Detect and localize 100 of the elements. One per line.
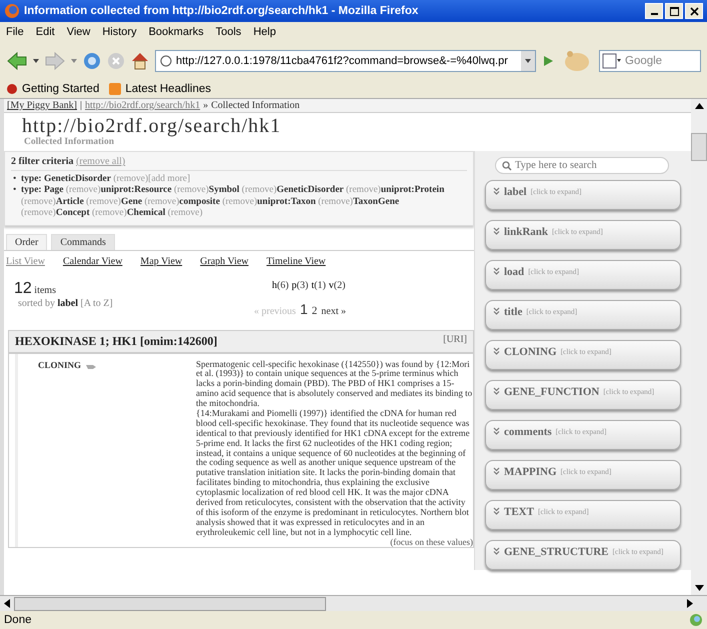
horizontal-scrollbar[interactable] (0, 595, 707, 611)
breadcrumb-link[interactable]: [My Piggy Bank] (7, 100, 77, 111)
dropdown-caret-icon[interactable] (521, 51, 535, 71)
next-link[interactable]: next » (321, 306, 346, 317)
remove-all-link[interactable]: (remove all) (76, 156, 126, 167)
remove-link[interactable]: (remove) (174, 185, 209, 196)
facet-name: CLONING (504, 347, 557, 358)
menu-item[interactable]: Tools (216, 26, 242, 38)
page-icon (160, 55, 172, 67)
remove-link[interactable]: (remove) (346, 185, 381, 196)
letter-link[interactable]: p(3) (292, 280, 308, 291)
result-title: HEXOKINASE 1; HK1 [omim:142600] (15, 334, 218, 349)
bookmark-link[interactable]: Latest Headlines (109, 83, 212, 95)
filter-value: Page (44, 185, 64, 196)
filter-value: Symbol (208, 185, 240, 196)
facet-name: load (504, 267, 524, 278)
sort-order-link[interactable]: [A to Z] (80, 298, 113, 309)
status-globe-icon (689, 613, 703, 627)
remove-link[interactable]: (remove) (21, 196, 56, 207)
facet-name: comments (504, 427, 552, 438)
minimize-button[interactable] (645, 3, 663, 19)
item-count: 12 (14, 280, 32, 297)
scroll-right-icon[interactable] (687, 599, 693, 608)
letter-link[interactable]: h(6) (272, 280, 289, 291)
reload-icon[interactable] (82, 51, 102, 71)
facet-name: GENE_STRUCTURE (504, 547, 609, 558)
filter-value: Chemical (126, 208, 166, 218)
remove-link[interactable]: (remove) (222, 196, 258, 207)
rss-feed-icon (109, 83, 122, 95)
add-more-link[interactable]: [add more] (148, 174, 190, 184)
expand-chevron-icon (493, 387, 500, 395)
home-icon[interactable] (130, 51, 150, 71)
view-link[interactable]: Map View (140, 256, 182, 267)
page-link[interactable]: 2 (312, 304, 318, 317)
menu-item[interactable]: File (6, 26, 24, 38)
address-field[interactable]: http://127.0.0.1:1978/11cba4761f2?command=browse&-=%40lwq.pr (155, 50, 536, 72)
facet-name: GENE_FUNCTION (504, 387, 600, 398)
view-link[interactable]: Timeline View (266, 256, 326, 267)
facet-name: title (504, 307, 522, 318)
filter-value: Article (56, 196, 84, 207)
sort-key-link[interactable]: label (57, 298, 78, 309)
filter-value: GeneticDisorder (44, 174, 111, 184)
tab[interactable]: Commands (51, 234, 115, 250)
scrollbar-thumb[interactable] (691, 133, 707, 161)
expand-chevron-icon (493, 307, 500, 315)
breadcrumb-arrow: » (203, 100, 208, 111)
filter-heading: 2 filter criteria (11, 156, 74, 167)
remove-link[interactable]: (remove) (144, 196, 180, 207)
filter-label: type: (21, 174, 42, 184)
remove-link[interactable]: (remove) (113, 174, 148, 184)
dropdown-caret-icon[interactable] (33, 59, 39, 63)
expand-chevron-icon (493, 507, 500, 515)
bookmark-icon (6, 83, 18, 95)
filter-value: uniprot:Taxon (257, 196, 316, 207)
remove-link[interactable]: (remove) (86, 196, 121, 207)
scroll-down-icon[interactable] (694, 585, 704, 591)
uri-link[interactable]: [URI] (443, 334, 467, 349)
filter-label: type: (21, 185, 42, 196)
menu-item[interactable]: View (66, 26, 90, 38)
menu-item[interactable]: Bookmarks (148, 26, 204, 38)
letter-link[interactable]: t(1) (311, 280, 326, 291)
menu-item[interactable]: Edit (36, 26, 55, 38)
vertical-scrollbar[interactable] (691, 99, 707, 595)
page-link[interactable]: 1 (300, 300, 308, 317)
view-link[interactable]: List View (6, 256, 45, 267)
scrollbar-thumb[interactable] (14, 596, 326, 610)
filter-value: uniprot:Resource (100, 185, 172, 196)
filter-value: TaxonGene (352, 196, 400, 207)
facet-search-field[interactable]: Type here to search (495, 157, 669, 174)
view-link[interactable]: Calendar View (62, 256, 122, 267)
scroll-up-icon[interactable] (694, 103, 704, 109)
remove-link[interactable]: (remove) (318, 196, 353, 207)
maximize-icon (670, 6, 678, 16)
remove-link[interactable]: (remove) (21, 208, 56, 218)
menu-item[interactable]: Help (253, 26, 276, 38)
breadcrumb-separator: | (80, 100, 82, 111)
maximize-button[interactable] (665, 3, 683, 19)
view-link[interactable]: Graph View (200, 256, 249, 267)
letter-link[interactable]: v(2) (328, 280, 346, 291)
bookmark-link[interactable]: Getting Started (6, 83, 100, 95)
tab[interactable]: Order (6, 234, 48, 250)
item-count-unit: items (34, 284, 56, 296)
close-button[interactable] (685, 3, 703, 19)
menu-item[interactable]: History (102, 26, 137, 38)
scroll-left-icon[interactable] (4, 599, 10, 608)
focus-link[interactable]: (focus on these values) (196, 538, 473, 548)
description-paragraph: Spermatogenic cell-specific hexokinase ({142550}) was found by {12:Mori et al. (1993)} to contain unique sequences at the 5-prime terminus which lacks a porin-binding domain (PBD). The PBD of HK1 comprises a 15-amino acid sequence that is absolutely conserved and mediates its binding to the mitochondria. (196, 360, 473, 410)
back-arrow-icon[interactable] (6, 52, 28, 70)
filter-value: GeneticDisorder (276, 185, 344, 196)
expand-chevron-icon (493, 347, 500, 355)
go-arrow-icon[interactable] (541, 54, 555, 68)
search-field[interactable]: Google (599, 50, 701, 72)
remove-link[interactable]: (remove) (242, 185, 277, 196)
remove-link[interactable]: (remove) (92, 208, 127, 218)
filter-value: Gene (120, 196, 142, 207)
remove-link[interactable]: (remove) (168, 208, 203, 218)
facet-name: MAPPING (504, 467, 557, 478)
breadcrumb-link[interactable]: http://bio2rdf.org/search/hk1 (85, 100, 200, 111)
remove-link[interactable]: (remove) (66, 185, 101, 196)
expand-chevron-icon (493, 547, 500, 555)
